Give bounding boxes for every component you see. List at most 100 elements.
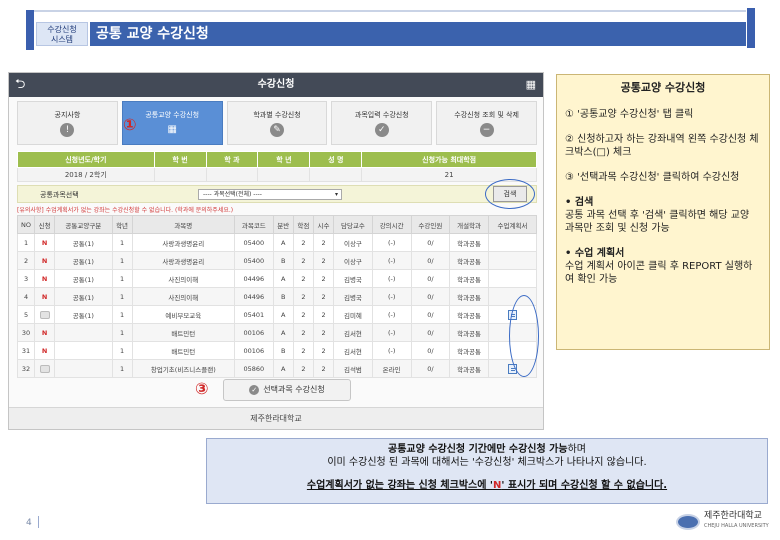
course-time: (-): [371, 233, 412, 252]
course-column-header: 과목명: [131, 215, 235, 234]
app-screenshot: ⮌ 수강신청 ▦ 공지사항! 공통교양 수강신청 ▦ 학과별 수강신청 ✎ 과목입력…: [8, 72, 544, 430]
plan-cell: [487, 251, 538, 270]
page-number: 4: [26, 518, 32, 528]
plan-cell: [487, 269, 538, 288]
plan-highlight-circle: [509, 295, 539, 377]
apply-selected-button[interactable]: ✓ 선택과목 수강신청: [223, 379, 351, 401]
tab-inquiry-delete[interactable]: 수강신청 조회 및 삭제 −: [436, 101, 537, 145]
course-column-header: 과목코드: [233, 215, 274, 234]
course-credit: 2: [292, 251, 314, 270]
subject-select[interactable]: ---- 과목선택(전체) ----: [198, 189, 342, 200]
header-left-accent: [26, 10, 34, 50]
course-prof: 김병국: [333, 269, 373, 288]
course-cat: 공통(1): [54, 287, 113, 306]
check-circle-icon: ✓: [249, 384, 260, 395]
course-name: 사진의이해: [131, 287, 235, 306]
grid-icon: ▦: [167, 124, 177, 135]
university-emblem-icon: [676, 513, 700, 530]
course-dept: 학과공통: [449, 359, 489, 378]
course-hours: 2: [312, 359, 335, 378]
system-badge: 수강신청 시스템: [36, 22, 88, 46]
bottom-line3-pre: 수업계획서가 없는 강좌는 신청 체크박스에 ': [306, 480, 493, 491]
page-number-divider: [38, 516, 39, 528]
course-name: 사랑과생명윤리: [131, 251, 235, 270]
course-code: 04496: [233, 269, 274, 288]
no-plan-mark: N: [41, 274, 48, 283]
course-code: 05400: [233, 233, 274, 252]
course-enroll: 0/: [410, 341, 451, 360]
course-cat: 공통(1): [54, 269, 113, 288]
course-row: 30 N 1 배트민턴 00106 A 2 2 김서현 (-) 0/학과공통: [16, 323, 538, 342]
course-prof: 김병국: [333, 287, 373, 306]
course-column-header: 수강인원: [410, 215, 451, 234]
filter-label: 공통과목선택: [40, 191, 79, 199]
course-column-header: 학년: [111, 215, 133, 234]
apply-cell: [34, 305, 56, 324]
apply-checkbox[interactable]: [39, 310, 50, 319]
course-time: (-): [371, 323, 412, 342]
course-code: 05401: [233, 305, 274, 324]
logo-text: 제주한라대학교 CHEJU HALLA UNIVERSITY: [704, 512, 769, 531]
course-time: (-): [371, 341, 412, 360]
course-year: 1: [111, 323, 133, 342]
tab-common-liberal[interactable]: 공통교양 수강신청 ▦: [121, 101, 223, 145]
course-name: 사랑과생명윤리: [131, 233, 235, 252]
course-credit: 2: [292, 323, 314, 342]
course-time: (-): [371, 305, 412, 324]
course-row: 1 N 공통(1) 1 사랑과생명윤리 05400 A 2 2 이상구 (-) 0/학과공통: [16, 233, 538, 252]
instruction-title: 공통교양 수강신청: [620, 81, 706, 94]
header-top-line: [26, 10, 746, 12]
course-credit: 2: [292, 341, 314, 360]
course-sec: A: [272, 305, 294, 324]
course-sec: A: [272, 323, 294, 342]
course-hours: 2: [312, 323, 335, 342]
plan-heading: • 수업 계획서: [565, 248, 625, 259]
course-column-header: NO: [16, 215, 36, 234]
course-sec: A: [272, 269, 294, 288]
instruction-step2: ② 신청하고자 하는 강좌내역 왼쪽 수강신청 체크박스(□) 체크: [565, 134, 759, 158]
back-arrow-icon[interactable]: ⮌: [15, 73, 25, 97]
course-column-header: 공통교양구분: [54, 215, 113, 234]
no-plan-mark: N: [41, 328, 48, 337]
tab-department[interactable]: 학과별 수강신청 ✎: [226, 101, 328, 145]
course-column-header: 강의시간: [371, 215, 412, 234]
course-hours: 2: [312, 341, 335, 360]
course-dept: 학과공통: [449, 251, 489, 270]
course-sec: B: [272, 341, 294, 360]
course-row: 32 1 창업기초(비즈니스플랜) 05860 A 2 2 김석범 온라인 0/학과공통: [16, 359, 538, 378]
tab-notice[interactable]: 공지사항!: [17, 101, 118, 145]
course-time: (-): [371, 269, 412, 288]
course-time: (-): [371, 251, 412, 270]
instruction-panel: 공통교양 수강신청 ① '공통교양 수강신청' 탭 클릭 ② 신청하고자 하는 …: [556, 74, 770, 350]
course-cat: [54, 323, 113, 342]
course-sec: B: [272, 287, 294, 306]
apply-cell: N: [34, 251, 56, 270]
apply-checkbox[interactable]: [39, 364, 50, 373]
course-code: 04496: [233, 287, 274, 306]
info-header: 학 과: [205, 151, 259, 168]
course-row: 2 N 공통(1) 1 사랑과생명윤리 05400 B 2 2 이상구 (-) 0/학과공통: [16, 251, 538, 270]
course-column-header: 수업계획서: [487, 215, 538, 234]
info-header: 학 번: [153, 151, 207, 168]
course-dept: 학과공통: [449, 305, 489, 324]
step-marker-3: ③: [195, 379, 209, 398]
menu-grid-icon[interactable]: ▦: [526, 73, 536, 97]
course-enroll: 0/: [410, 269, 451, 288]
info-value: [257, 167, 311, 182]
course-dept: 학과공통: [449, 233, 489, 252]
university-logo: 제주한라대학교 CHEJU HALLA UNIVERSITY: [676, 512, 769, 531]
course-table: NO 신청 공통교양구분 학년 과목명 과목코드 분반 학점 시수 담당교수 강의시간 수강인원 개설학…: [16, 215, 538, 378]
tab-subject-input[interactable]: 과목입력 수강신청 ✓: [331, 101, 433, 145]
course-dept: 학과공통: [449, 323, 489, 342]
course-no: 5: [16, 305, 36, 324]
tab-label: 과목입력 수강신청: [354, 111, 409, 119]
bottom-line1: 공통교양 수강신청 기간에만 수강신청 가능하며: [207, 443, 767, 456]
course-column-header: 담당교수: [333, 215, 373, 234]
course-name: 사진의이해: [131, 269, 235, 288]
course-prof: 김서현: [333, 323, 373, 342]
notice-text: [유의사항] 수업계획서가 없는 강좌는 수강신청할 수 없습니다. (학과에 …: [17, 207, 234, 214]
apply-cell: N: [34, 287, 56, 306]
course-prof: 김미혜: [333, 305, 373, 324]
apply-button-label: 선택과목 수강신청: [263, 385, 325, 394]
course-column-header: 분반: [272, 215, 294, 234]
